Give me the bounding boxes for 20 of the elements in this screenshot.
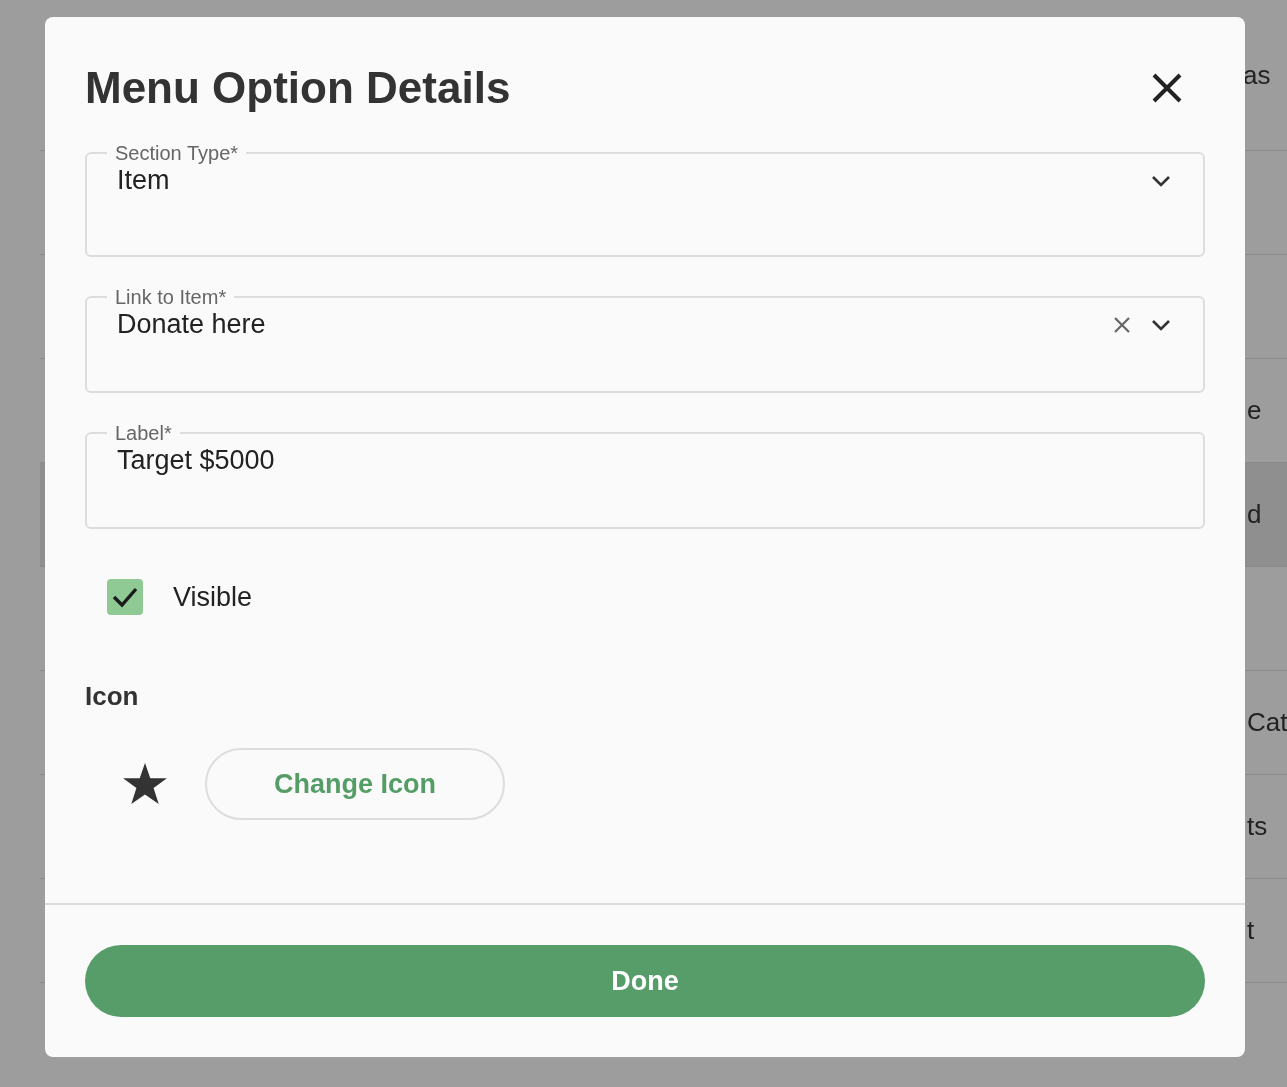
row-text: d	[1247, 499, 1263, 530]
close-icon	[1151, 72, 1183, 104]
page-text: as	[1243, 59, 1272, 91]
field-value: Donate here	[117, 309, 267, 340]
field-label: Section Type*	[114, 141, 240, 165]
row-text: Cat	[1247, 707, 1287, 738]
row-text: t	[1247, 915, 1256, 946]
checkbox[interactable]	[107, 579, 143, 615]
field-value: Target $5000	[117, 445, 276, 476]
row-text: e	[1247, 395, 1263, 426]
field-value: Item	[117, 165, 171, 196]
checkmark-icon	[112, 586, 138, 608]
field-label: Link to Item*	[114, 285, 228, 309]
star-icon	[123, 763, 167, 805]
clear-icon[interactable]	[1113, 315, 1131, 334]
section-heading: Icon	[85, 681, 140, 712]
dialog-title: Menu Option Details	[85, 63, 511, 113]
field-label: Label*	[114, 421, 173, 445]
checkbox-label: Visible	[173, 581, 253, 613]
row-text: ts	[1247, 811, 1269, 842]
